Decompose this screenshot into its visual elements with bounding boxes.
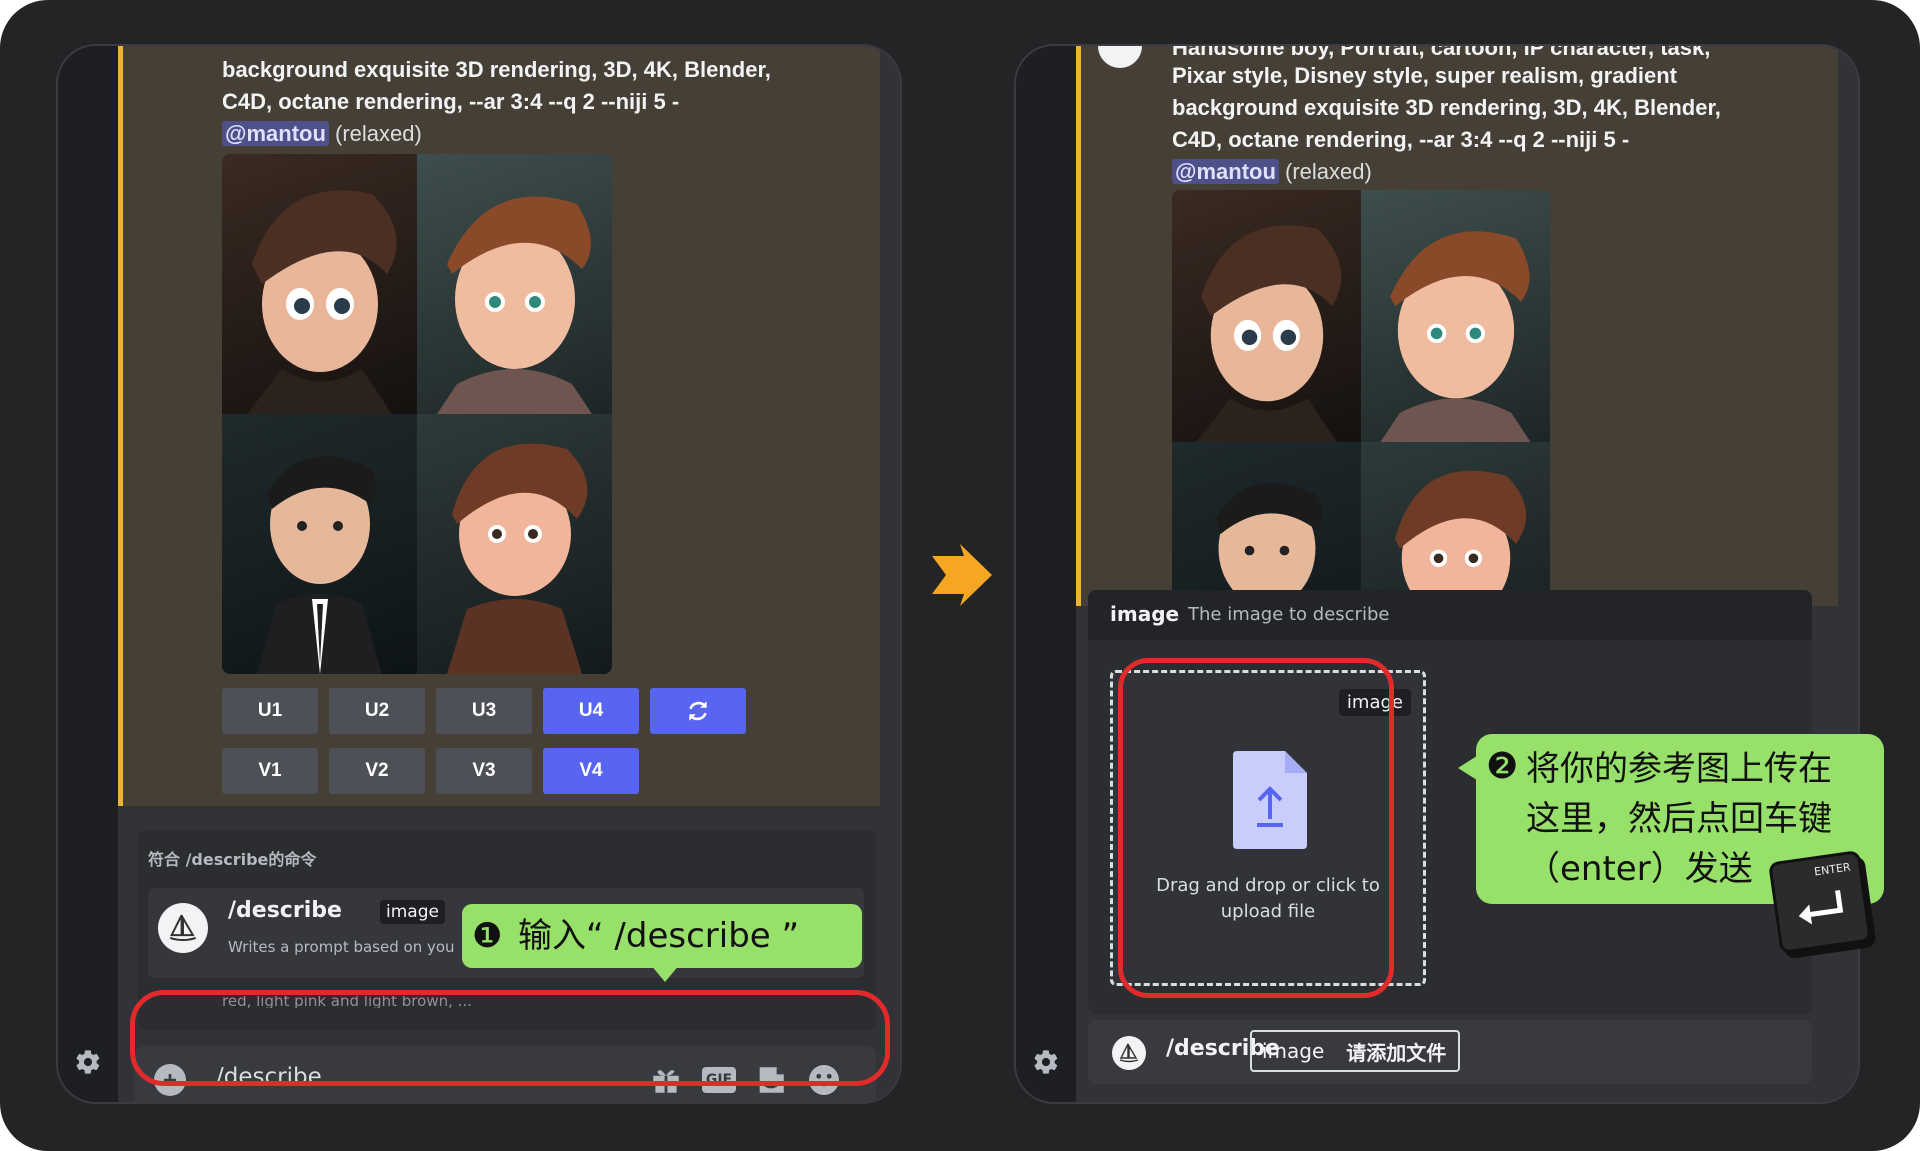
embed-accent-bar [1076,46,1081,606]
mode-label: (relaxed) [335,121,422,146]
prompt-line: background exquisite 3D rendering, 3D, 4… [222,57,771,82]
upscale-button-u4[interactable]: U4 [543,688,639,734]
prompt-line: C4D, octane rendering, --ar 3:4 --q 2 --… [1172,127,1630,152]
generated-image-4[interactable] [417,414,612,674]
callout-step-1: ❶ 输入“ /describe ” [462,904,862,968]
bot-message-embed: Handsome boy, Portrait, cartoon, IP char… [1076,46,1838,694]
highlight-dropzone-box [1118,658,1394,998]
bot-avatar [1098,46,1142,68]
variation-button-v1[interactable]: V1 [222,748,318,794]
param-label: image [1262,1039,1325,1063]
callout-1-text: 输入“ /describe ” [518,916,800,956]
bot-message-embed: background exquisite 3D rendering, 3D, 4… [118,46,880,806]
upscale-button-u1[interactable]: U1 [222,688,318,734]
command-input-bar[interactable]: /describe image 请添加文件 [1088,1020,1812,1084]
callout-pointer [1458,754,1480,782]
user-mention[interactable]: @mantou [1172,159,1279,184]
sailboat-icon [1119,1043,1139,1063]
server-rail [1016,46,1076,1102]
callout-pointer [650,964,680,982]
highlight-input-box [130,990,890,1086]
embed-accent-bar [118,46,123,806]
command-param-tag: image [380,900,445,924]
generated-image-1[interactable] [222,154,417,414]
generated-image-3[interactable] [222,414,417,674]
upscale-button-u2[interactable]: U2 [329,688,425,734]
prompt-line: Pixar style, Disney style, super realism… [1172,63,1678,88]
variation-button-v4[interactable]: V4 [543,748,639,794]
prompt-line: C4D, octane rendering, --ar 3:4 --q 2 --… [222,89,680,114]
midjourney-bot-avatar [158,903,208,953]
step-number-2: ❷ [1486,746,1519,787]
option-description: The image to describe [1188,604,1390,625]
mention-row: @mantou (relaxed) [1172,156,1372,188]
command-name: /describe [228,898,342,923]
image-parameter-field[interactable]: image 请添加文件 [1250,1030,1461,1072]
enter-key-label: ENTER [1813,860,1852,879]
variation-button-v2[interactable]: V2 [329,748,425,794]
generated-image-2[interactable] [417,154,612,414]
next-step-arrow-icon [932,544,992,606]
reroll-button[interactable] [650,688,746,734]
settings-gear-icon[interactable] [1016,1032,1076,1092]
enter-key-icon: ENTER [1768,850,1872,954]
sailboat-icon [169,914,197,942]
step-number-1: ❶ [472,916,503,956]
mention-row: @mantou (relaxed) [222,118,422,150]
server-rail [58,46,118,1102]
generated-image-2[interactable] [1361,190,1550,442]
refresh-icon [689,701,707,721]
upscale-button-u3[interactable]: U3 [436,688,532,734]
callout-2-line-1: 将你的参考图上传在 [1526,749,1832,789]
generated-image-1[interactable] [1172,190,1361,442]
generated-image-grid[interactable] [222,154,612,674]
tutorial-canvas: background exquisite 3D rendering, 3D, 4… [0,0,1920,1151]
mode-label: (relaxed) [1285,159,1372,184]
prompt-line: background exquisite 3D rendering, 3D, 4… [1172,95,1721,120]
autocomplete-header: 符合 /describe的命令 [148,850,317,869]
command-description: Writes a prompt based on you [228,938,455,956]
user-mention[interactable]: @mantou [222,121,329,146]
option-header: image The image to describe [1088,590,1812,640]
settings-gear-icon[interactable] [58,1032,118,1092]
param-placeholder[interactable]: 请添加文件 [1334,1037,1458,1066]
callout-2-line-2: 这里，然后点回车键 [1526,799,1832,839]
midjourney-bot-avatar [1112,1036,1146,1070]
variation-button-v3[interactable]: V3 [436,748,532,794]
option-name: image [1110,602,1180,626]
